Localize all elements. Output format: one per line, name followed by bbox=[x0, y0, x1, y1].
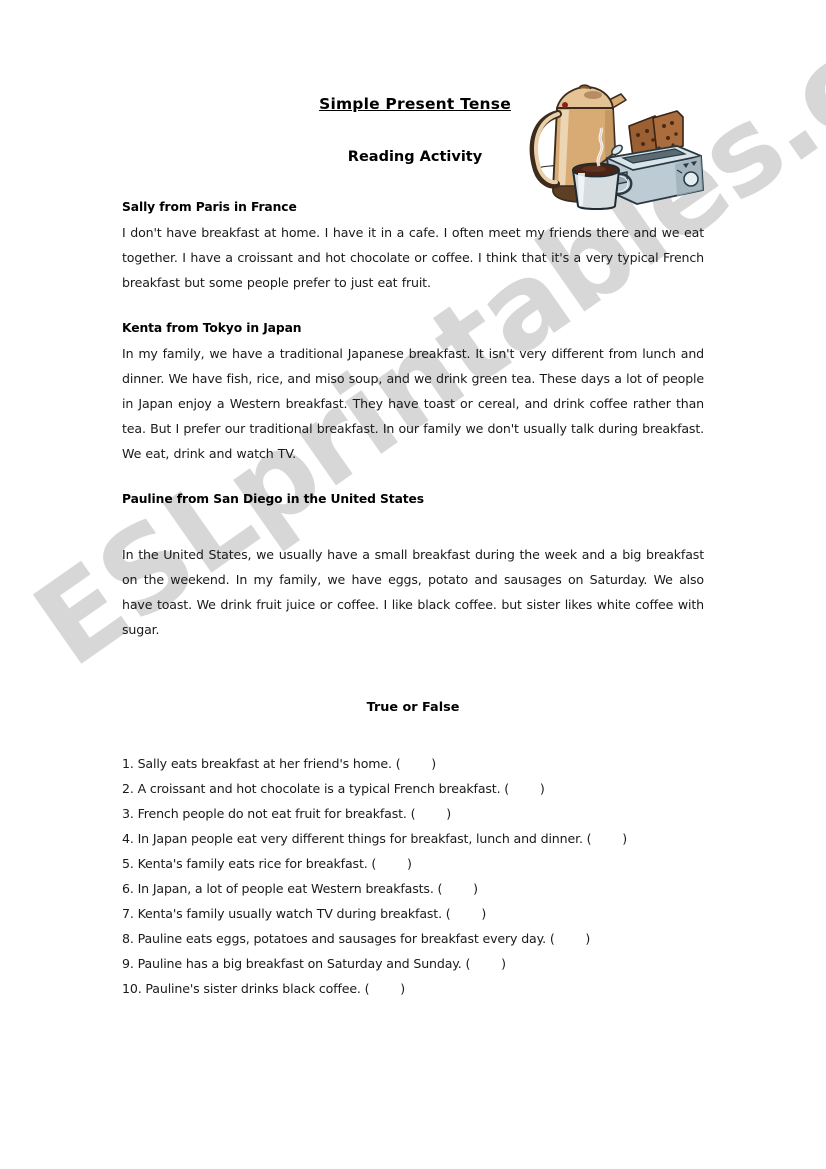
list-item[interactable]: 5. Kenta's family eats rice for breakfas… bbox=[122, 851, 704, 876]
true-or-false-question-list: 1. Sally eats breakfast at her friend's … bbox=[122, 751, 704, 1001]
worksheet-page: ESLprintables.com Simple Present Tense R… bbox=[0, 0, 826, 1169]
list-item[interactable]: 1. Sally eats breakfast at her friend's … bbox=[122, 751, 704, 776]
breakfast-clipart bbox=[525, 78, 725, 210]
document-header: Simple Present Tense Reading Activity bbox=[0, 0, 826, 210]
passage-body-sally: I don't have breakfast at home. I have i… bbox=[122, 225, 704, 290]
list-item[interactable]: 7. Kenta's family usually watch TV durin… bbox=[122, 901, 704, 926]
list-item[interactable]: 4. In Japan people eat very different th… bbox=[122, 826, 704, 851]
passage-heading-pauline: Pauline from San Diego in the United Sta… bbox=[122, 492, 425, 506]
passage-body-kenta: In my family, we have a traditional Japa… bbox=[122, 346, 704, 461]
list-item[interactable]: 2. A croissant and hot chocolate is a ty… bbox=[122, 776, 704, 801]
passage-sally: Sally from Paris in France I don't have … bbox=[122, 200, 704, 295]
passage-heading-kenta: Kenta from Tokyo in Japan bbox=[122, 321, 302, 335]
true-or-false-section: True or False 1. Sally eats breakfast at… bbox=[122, 700, 704, 1001]
passage-heading-sally: Sally from Paris in France bbox=[122, 200, 297, 214]
passage-pauline: Pauline from San Diego in the United Sta… bbox=[122, 492, 704, 642]
passage-body-pauline: In the United States, we usually have a … bbox=[122, 547, 704, 637]
list-item[interactable]: 6. In Japan, a lot of people eat Western… bbox=[122, 876, 704, 901]
list-item[interactable]: 9. Pauline has a big breakfast on Saturd… bbox=[122, 951, 704, 976]
list-item[interactable]: 8. Pauline eats eggs, potatoes and sausa… bbox=[122, 926, 704, 951]
list-item[interactable]: 10. Pauline's sister drinks black coffee… bbox=[122, 976, 704, 1001]
passage-kenta: Kenta from Tokyo in Japan In my family, … bbox=[122, 321, 704, 466]
reading-passages: Sally from Paris in France I don't have … bbox=[122, 200, 704, 642]
true-or-false-heading: True or False bbox=[366, 700, 460, 715]
list-item[interactable]: 3. French people do not eat fruit for br… bbox=[122, 801, 704, 826]
